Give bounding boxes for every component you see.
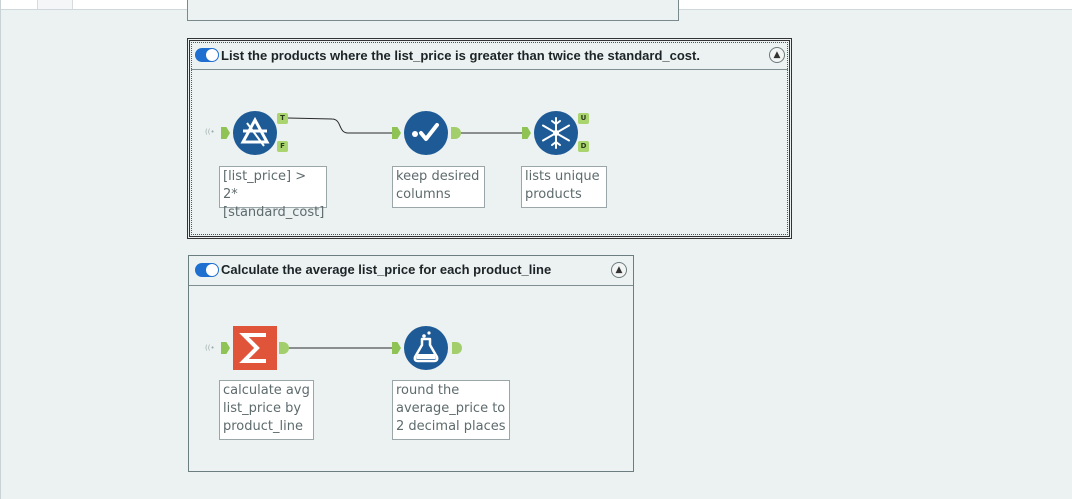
flask-glyph	[413, 331, 439, 363]
summarize-icon[interactable]	[233, 326, 277, 370]
tool-annotation: [list_price] > 2* [standard_cost]	[219, 166, 327, 220]
workflow-connections	[287, 117, 524, 349]
filter-icon[interactable]	[233, 111, 277, 155]
tool-annotation: keep desired columns	[392, 166, 485, 208]
select-glyph	[412, 123, 439, 141]
wireless-input-icon: ((•	[205, 128, 215, 136]
false-output-anchor[interactable]: F	[277, 141, 288, 152]
unique-icon[interactable]	[534, 111, 578, 155]
select-icon[interactable]	[404, 111, 448, 155]
unique-output-anchor[interactable]: U	[578, 113, 589, 124]
connection-filter-to-select[interactable]	[287, 117, 394, 134]
formula-icon[interactable]	[404, 326, 448, 370]
tool-annotation: calculate avg list_price by product_line	[219, 380, 314, 440]
unique-glyph	[542, 117, 570, 149]
wireless-input-icon: ((•	[205, 344, 215, 352]
filter-glyph	[240, 116, 270, 147]
tool-annotation: lists unique products	[521, 166, 607, 208]
tool-annotation: round the average_price to 2 decimal pla…	[392, 380, 510, 440]
sigma-glyph	[239, 333, 266, 363]
true-output-anchor[interactable]: T	[277, 113, 288, 124]
duplicate-output-anchor[interactable]: D	[578, 141, 589, 152]
